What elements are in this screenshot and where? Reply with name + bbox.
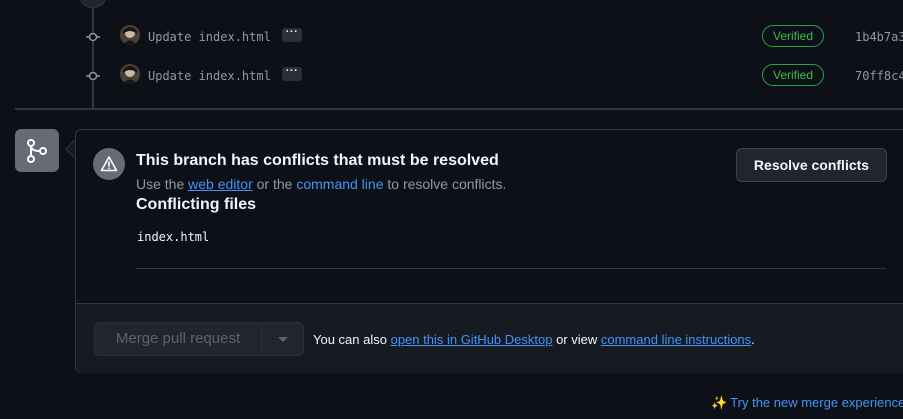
conflicting-files-title: Conflicting files: [136, 196, 256, 213]
command-line-link[interactable]: command line: [296, 176, 383, 192]
resolve-conflicts-button[interactable]: Resolve conflicts: [736, 148, 887, 182]
avatar[interactable]: [120, 64, 140, 84]
git-merge-icon: [15, 129, 59, 172]
chevron-down-icon: [278, 337, 288, 342]
conflicting-file: index.html: [137, 230, 210, 244]
merge-alternatives: You can also open this in GitHub Desktop…: [313, 332, 755, 347]
timeline-divider: [15, 108, 903, 110]
commit-row: Update index.html ··· Verified 1b4b7a3: [0, 22, 903, 52]
merge-button-group: Merge pull request: [94, 322, 304, 356]
web-editor-link[interactable]: web editor: [188, 176, 253, 192]
avatar[interactable]: [120, 25, 140, 45]
conflict-desc-suffix: to resolve conflicts.: [383, 176, 507, 192]
sparkle-icon: ✨: [711, 395, 728, 410]
merge-alt-prefix: You can also: [313, 332, 391, 347]
merge-alt-suffix: .: [751, 332, 755, 347]
commit-sha[interactable]: 70ff8c4: [855, 69, 903, 83]
merge-alt-mid: or view: [552, 332, 601, 347]
commit-icon: [86, 71, 100, 81]
commit-row: Update index.html ··· Verified 70ff8c4: [0, 61, 903, 91]
timeline-node: [80, 0, 106, 8]
merge-method-dropdown[interactable]: [262, 323, 304, 355]
timeline-line: [92, 0, 94, 108]
merge-actions: Merge pull request You can also open thi…: [76, 303, 903, 373]
commit-details-button[interactable]: ···: [282, 66, 302, 81]
try-new-merge-label[interactable]: Try the new merge experience: [730, 395, 903, 410]
commit-message[interactable]: Update index.html: [148, 30, 271, 44]
merge-box: This branch has conflicts that must be r…: [75, 129, 903, 373]
github-desktop-link[interactable]: open this in GitHub Desktop: [391, 332, 553, 347]
commit-details-button[interactable]: ···: [282, 27, 302, 42]
conflict-desc-mid: or the: [252, 176, 297, 192]
verified-badge[interactable]: Verified: [762, 64, 824, 86]
verified-badge[interactable]: Verified: [762, 25, 824, 47]
commit-icon: [86, 32, 100, 42]
commit-sha[interactable]: 1b4b7a3: [855, 30, 903, 44]
try-new-merge-link[interactable]: ✨ Try the new merge experience: [711, 395, 903, 411]
alert-triangle-icon: [93, 148, 125, 180]
command-line-instructions-link[interactable]: command line instructions: [601, 332, 751, 347]
section-divider: [136, 268, 886, 269]
conflict-desc-prefix: Use the: [136, 176, 189, 192]
conflict-section: This branch has conflicts that must be r…: [76, 130, 903, 302]
commit-message[interactable]: Update index.html: [148, 69, 271, 83]
merge-pull-request-button[interactable]: Merge pull request: [95, 323, 261, 355]
conflict-title: This branch has conflicts that must be r…: [136, 152, 499, 169]
conflict-description: Use the web editor or the command line t…: [136, 176, 506, 192]
